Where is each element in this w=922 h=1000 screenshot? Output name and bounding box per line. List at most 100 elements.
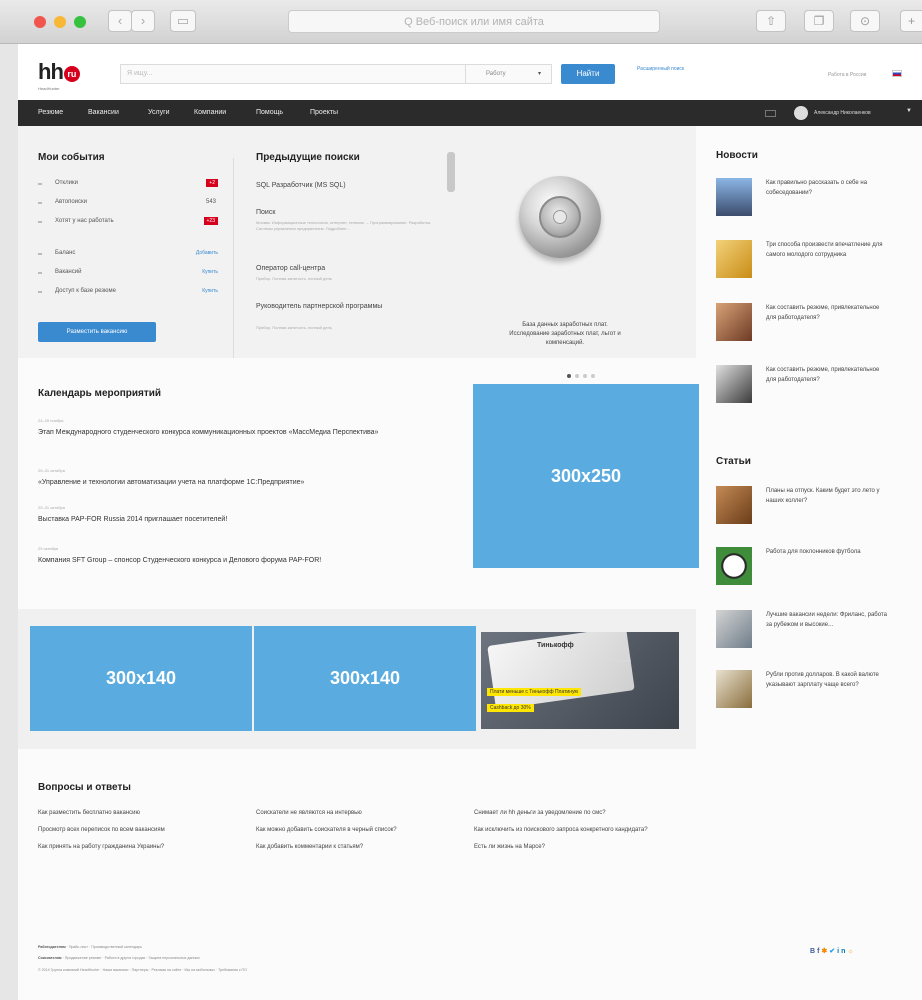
vk-icon[interactable]: B <box>810 948 817 955</box>
hh-logo[interactable]: hh ru <box>38 59 80 85</box>
qa-column: Снимает ли hh деньги за уведомление по с… <box>474 809 654 860</box>
footer-links[interactable]: Прайс-лист · Производственный календарь <box>69 945 142 949</box>
menu-item-help[interactable]: Помощь <box>256 109 283 116</box>
event-count: 543 <box>205 199 216 205</box>
qa-link[interactable]: Как можно добавить соискателя в черный с… <box>256 826 436 835</box>
scrollbar[interactable] <box>447 152 455 192</box>
promo-text[interactable]: База данных заработных плат. Исследовани… <box>503 321 627 348</box>
service-link[interactable]: Купить <box>202 288 218 294</box>
previous-search-link[interactable]: Оператор call-центра <box>256 264 325 274</box>
qa-link[interactable]: Снимает ли hh деньги за уведомление по с… <box>474 809 654 818</box>
carousel-dot[interactable] <box>567 374 571 378</box>
previous-search-link[interactable]: SQL Разработчик (MS SQL) <box>256 181 346 191</box>
news-thumbnail <box>716 303 752 341</box>
advanced-search-link[interactable]: Расширенный поиск <box>637 66 697 73</box>
article-thumbnail <box>716 547 752 585</box>
menu-item-resume[interactable]: Резюме <box>38 109 63 116</box>
ad-banner-300x140[interactable]: 300x140 <box>30 626 252 731</box>
qa-link[interactable]: Просмотр всех переписок по всем вакансия… <box>38 826 208 835</box>
user-name[interactable]: Александр Николаенков <box>814 110 871 116</box>
event-date: 29–31 октября <box>38 505 65 510</box>
event-label: Хотят у нас работать <box>55 218 114 224</box>
twitter-icon[interactable]: ✔ <box>829 948 837 955</box>
qa-link[interactable]: Как исключить из поискового запроса конк… <box>474 826 654 835</box>
user-avatar[interactable] <box>794 106 808 120</box>
tabs-icon[interactable]: ❐ <box>804 10 834 32</box>
article-text: Планы на отпуск. Каким будет это лето у … <box>766 488 880 504</box>
russia-flag-icon[interactable] <box>892 70 902 77</box>
share-icon[interactable]: ⇧ <box>756 10 786 32</box>
event-row[interactable]: Отклики +2 <box>38 179 218 192</box>
sidebar-toggle-button[interactable]: ▭ <box>170 10 196 32</box>
event-link[interactable]: «Управление и технологии автоматизации у… <box>38 478 458 488</box>
forward-button[interactable]: › <box>131 10 155 32</box>
news-item[interactable]: Как правильно рассказать о себе на собес… <box>716 178 916 224</box>
event-link[interactable]: Компания SFT Group – спонсор Студенческо… <box>38 556 408 566</box>
qa-link[interactable]: Как добавить комментарии к статьям? <box>256 843 436 852</box>
menu-item-projects[interactable]: Проекты <box>310 109 338 116</box>
menu-item-services[interactable]: Услуги <box>148 109 170 116</box>
article-thumbnail <box>716 610 752 648</box>
article-item[interactable]: Рубли против долларов. В какой валюте ук… <box>716 670 916 716</box>
qa-link[interactable]: Как принять на работу гражданина Украины… <box>38 843 208 852</box>
previous-search-desc: Москва. Информационные технологии, интер… <box>256 220 432 231</box>
main-menu: Резюме Вакансии Услуги Компании Помощь П… <box>18 100 922 126</box>
carousel-dot[interactable] <box>591 374 595 378</box>
event-row[interactable]: Автопоиски 543 <box>38 199 218 211</box>
messages-icon[interactable] <box>765 110 776 117</box>
search-button[interactable]: Найти <box>561 64 615 84</box>
chevron-down-icon[interactable]: ▼ <box>906 108 912 114</box>
new-tab-button[interactable]: + <box>900 10 922 32</box>
ad-banner-300x140[interactable]: 300x140 <box>254 626 476 731</box>
article-item[interactable]: Планы на отпуск. Каким будет это лето у … <box>716 486 916 532</box>
event-row[interactable]: Хотят у нас работать +23 <box>38 217 218 230</box>
footer-label: Соискателям <box>38 956 62 960</box>
news-item[interactable]: Как составить резюме, привлекательное дл… <box>716 365 916 411</box>
news-thumbnail <box>716 365 752 403</box>
linkedin-icon[interactable]: in <box>837 948 847 955</box>
zoom-window-button[interactable] <box>74 16 86 28</box>
service-link[interactable]: Купить <box>202 269 218 275</box>
event-link[interactable]: Выставка PAP-FOR Russia 2014 приглашает … <box>38 515 458 525</box>
tinkoff-cashback: Cashback до 30% <box>487 704 534 712</box>
event-link[interactable]: Этап Международного студенческого конкур… <box>38 428 458 438</box>
qa-link[interactable]: Как разместить бесплатно вакансию <box>38 809 208 818</box>
region-link[interactable]: Работа в России <box>828 72 866 78</box>
qa-link[interactable]: Соискатели не являются на интервью <box>256 809 436 818</box>
search-type-value: Работу <box>486 71 506 77</box>
social-icons[interactable]: Bf✱✔in☼ <box>810 947 856 955</box>
service-label: Вакансий <box>55 269 82 275</box>
previous-search-link[interactable]: Руководитель партнерской программы <box>256 302 406 312</box>
news-item[interactable]: Три способа произвести впечатление для с… <box>716 240 916 286</box>
close-window-button[interactable] <box>34 16 46 28</box>
carousel-dot[interactable] <box>583 374 587 378</box>
previous-search-link[interactable]: Поиск <box>256 208 275 218</box>
qa-link[interactable]: Есть ли жизнь на Марсе? <box>474 843 654 852</box>
news-item[interactable]: Как составить резюме, привлекательное дл… <box>716 303 916 349</box>
search-type-select[interactable]: Работу ▾ <box>466 64 552 84</box>
search-input[interactable]: Я ищу... <box>120 64 466 84</box>
downloads-icon[interactable]: ⊙ <box>850 10 880 32</box>
menu-item-companies[interactable]: Компании <box>194 109 226 116</box>
previous-search-desc: Прибор. Полная занятость, полный день <box>256 276 332 281</box>
rss-icon[interactable]: ☼ <box>847 948 855 955</box>
minimize-window-button[interactable] <box>54 16 66 28</box>
ad-banner-300x250[interactable]: 300x250 <box>473 384 699 568</box>
article-item[interactable]: Лучшие вакансии недели: Фриланс, работа … <box>716 610 916 656</box>
previous-searches-title: Предыдущие поиски <box>256 152 360 163</box>
tinkoff-ad[interactable]: Тинькофф PLATINUM Плати меньше с Тинькоф… <box>481 632 679 729</box>
article-item[interactable]: Работа для поклонников футбола <box>716 547 916 593</box>
carousel-dot[interactable] <box>575 374 579 378</box>
news-text: Как составить резюме, привлекательное дл… <box>766 305 880 321</box>
service-row: Доступ к базе резюме Купить <box>38 288 218 300</box>
service-link[interactable]: Добавить <box>196 250 218 256</box>
bullet-icon <box>38 291 42 293</box>
address-bar[interactable]: Q Веб-поиск или имя сайта <box>288 10 660 33</box>
footer-links[interactable]: Продвижение резюме · Работа в других гор… <box>65 956 200 960</box>
menu-item-vacancies[interactable]: Вакансии <box>88 109 119 116</box>
footer-employers: Работодателям · Прайс-лист · Производств… <box>38 945 142 949</box>
footer-copyright[interactable]: © 2014 Группа компаний HeadHunter · Наши… <box>38 968 247 972</box>
platinum-label: PLATINUM <box>611 658 631 663</box>
post-vacancy-button[interactable]: Разместить вакансию <box>38 322 156 342</box>
back-button[interactable]: ‹ <box>108 10 132 32</box>
